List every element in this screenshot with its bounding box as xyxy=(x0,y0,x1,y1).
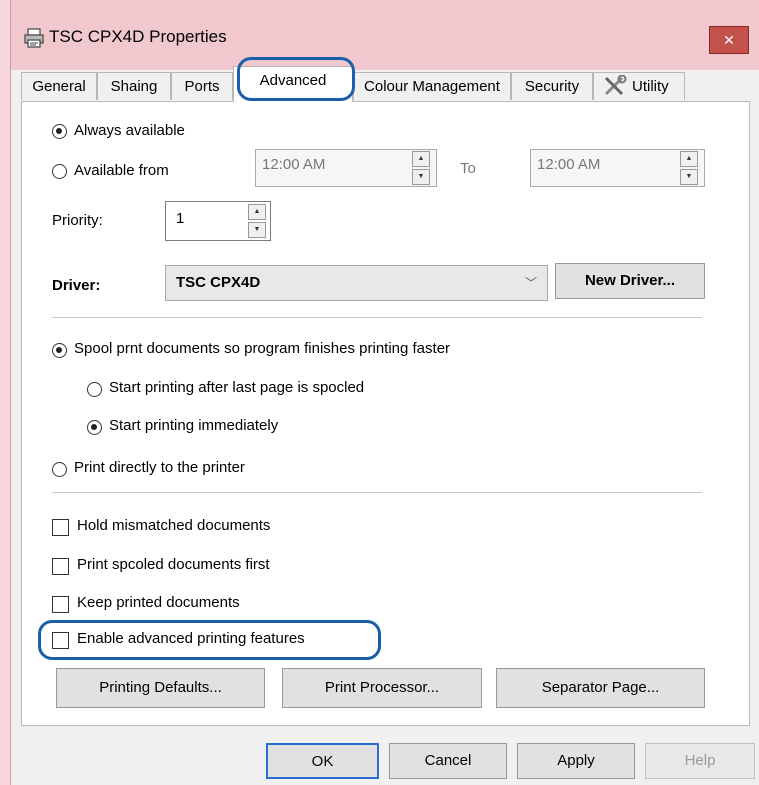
tab-ports[interactable]: Ports xyxy=(171,72,233,100)
print-processor-button[interactable]: Print Processor... xyxy=(282,668,482,708)
title-bar[interactable]: TSC CPX4D Properties ✕ xyxy=(11,0,759,70)
from-time-field[interactable]: 12:00 AM xyxy=(255,149,437,187)
divider xyxy=(52,317,702,318)
start-after-last-label: Start printing after last page is spocle… xyxy=(109,379,365,396)
tab-general[interactable]: General xyxy=(21,72,97,100)
enable-advanced-checkbox[interactable] xyxy=(52,632,69,649)
tools-icon xyxy=(604,75,627,96)
enable-advanced-label: Enable advanced printing features xyxy=(77,630,305,647)
hold-mismatched-checkbox[interactable] xyxy=(52,519,69,536)
start-after-last-radio[interactable] xyxy=(87,382,102,397)
tab-utility-label: Utility xyxy=(632,78,669,95)
spool-radio[interactable] xyxy=(52,343,67,358)
print-spooled-first-checkbox[interactable] xyxy=(52,558,69,575)
tab-utility[interactable]: Utility xyxy=(593,72,685,100)
priority-spinner[interactable]: ▲ ▼ xyxy=(248,204,266,238)
new-driver-button[interactable]: New Driver... xyxy=(555,263,705,299)
tab-security[interactable]: Security xyxy=(511,72,593,100)
apply-button[interactable]: Apply xyxy=(517,743,635,779)
advanced-panel: Always available Available from 12:00 AM… xyxy=(21,101,750,726)
close-icon: ✕ xyxy=(723,32,735,48)
properties-window: TSC CPX4D Properties ✕ General Shaing Po… xyxy=(10,0,759,785)
chevron-down-icon: ﹀ xyxy=(524,276,537,290)
print-direct-radio[interactable] xyxy=(52,462,67,477)
available-from-label: Available from xyxy=(74,162,169,179)
start-immediately-radio[interactable] xyxy=(87,420,102,435)
close-button[interactable]: ✕ xyxy=(709,26,749,54)
window-title: TSC CPX4D Properties xyxy=(49,27,227,46)
driver-value: TSC CPX4D xyxy=(176,274,261,291)
to-label: To xyxy=(460,160,476,177)
keep-printed-label: Keep printed documents xyxy=(77,594,240,611)
divider xyxy=(52,492,702,493)
ok-button[interactable]: OK xyxy=(266,743,379,779)
print-spooled-first-label: Print spcoled documents first xyxy=(77,556,270,573)
from-time-spinner[interactable]: ▲ ▼ xyxy=(412,151,430,185)
available-from-radio[interactable] xyxy=(52,164,67,179)
to-time-spinner[interactable]: ▲ ▼ xyxy=(680,151,698,185)
spool-label: Spool prnt documents so program finishes… xyxy=(74,340,451,357)
tab-advanced[interactable]: Advanced xyxy=(233,66,353,102)
separator-page-button[interactable]: Separator Page... xyxy=(496,668,705,708)
tab-colour-management[interactable]: Colour Management xyxy=(353,72,511,100)
always-available-label: Always available xyxy=(74,122,185,139)
always-available-radio[interactable] xyxy=(52,124,67,139)
to-time-field[interactable]: 12:00 AM xyxy=(530,149,705,187)
driver-select[interactable]: TSC CPX4D ﹀ xyxy=(165,265,548,301)
help-button[interactable]: Help xyxy=(645,743,755,779)
start-immediately-label: Start printing immediately xyxy=(109,417,279,434)
hold-mismatched-label: Hold mismatched documents xyxy=(77,517,271,534)
printing-defaults-button[interactable]: Printing Defaults... xyxy=(56,668,265,708)
tab-sharing[interactable]: Shaing xyxy=(97,72,171,100)
driver-label: Driver: xyxy=(52,277,101,294)
keep-printed-checkbox[interactable] xyxy=(52,596,69,613)
print-direct-label: Print directly to the printer xyxy=(74,459,245,476)
printer-icon xyxy=(24,28,44,48)
priority-label: Priority: xyxy=(52,212,103,229)
cancel-button[interactable]: Cancel xyxy=(389,743,507,779)
